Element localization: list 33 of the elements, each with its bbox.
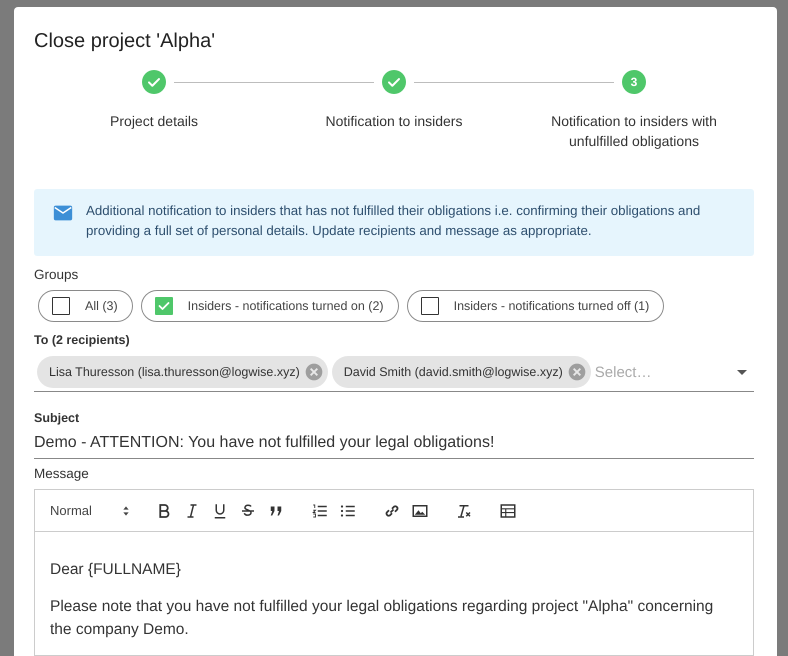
checkbox[interactable] <box>52 297 70 315</box>
message-paragraph: Dear {FULLNAME} <box>50 560 182 580</box>
table-icon <box>498 502 517 520</box>
subject-label: Subject <box>34 411 80 425</box>
step-label: Project details <box>110 112 198 131</box>
groups-label: Groups <box>34 267 80 282</box>
chip-label: David Smith (david.smith@logwise.xyz) <box>344 365 563 379</box>
format-dropdown[interactable]: Normal <box>50 502 134 518</box>
check-icon <box>158 301 170 311</box>
group-chip[interactable]: All (3) <box>38 290 133 322</box>
chip-label: Insiders - notifications turned off (1) <box>454 299 650 313</box>
checkbox[interactable] <box>154 297 173 315</box>
message-paragraph: Please note that you have not fulfilled your legal obligations regarding project "Alpha" concerning the company Demo. <box>50 597 714 640</box>
group-chip[interactable]: Insiders - notifications turned off (1) <box>406 290 664 322</box>
group-chip[interactable]: Insiders - notifications turned on (2) <box>140 290 399 322</box>
chip-label: Insiders - notifications turned on (2) <box>188 299 384 313</box>
info-text: Additional notification to insiders that has not fulfilled their obligations i.e. confirming their obligations and providing a full set of personal details. Update recipients and message as appropriate. <box>86 202 702 240</box>
step-label: Notification to insiders with unfulfilled obligations <box>550 112 718 151</box>
subject-field[interactable]: Demo - ATTENTION: You have not fulfilled your legal obligations! <box>34 427 754 459</box>
dialog-title: Close project 'Alpha' <box>34 29 216 53</box>
to-label: To (2 recipients) <box>34 333 131 347</box>
message-body[interactable]: Dear {FULLNAME} Please note that you have not fulfilled your legal obligations regarding project "Alpha" concerning the company Demo. <box>35 532 753 641</box>
placeholder: Select… <box>594 364 652 380</box>
chip-label: Lisa Thuresson (lisa.thuresson@logwise.xyz) <box>49 365 300 379</box>
clear-icon <box>304 362 324 382</box>
dropdown-caret-icon <box>737 370 747 374</box>
numbered-list-icon <box>310 502 329 520</box>
step-number: 3 <box>622 70 646 94</box>
checkbox[interactable] <box>420 297 439 315</box>
message-label: Message <box>34 466 90 481</box>
step-label: Notification to insiders <box>326 112 462 131</box>
chip-label: All (3) <box>85 299 118 313</box>
clear-icon <box>566 362 587 382</box>
